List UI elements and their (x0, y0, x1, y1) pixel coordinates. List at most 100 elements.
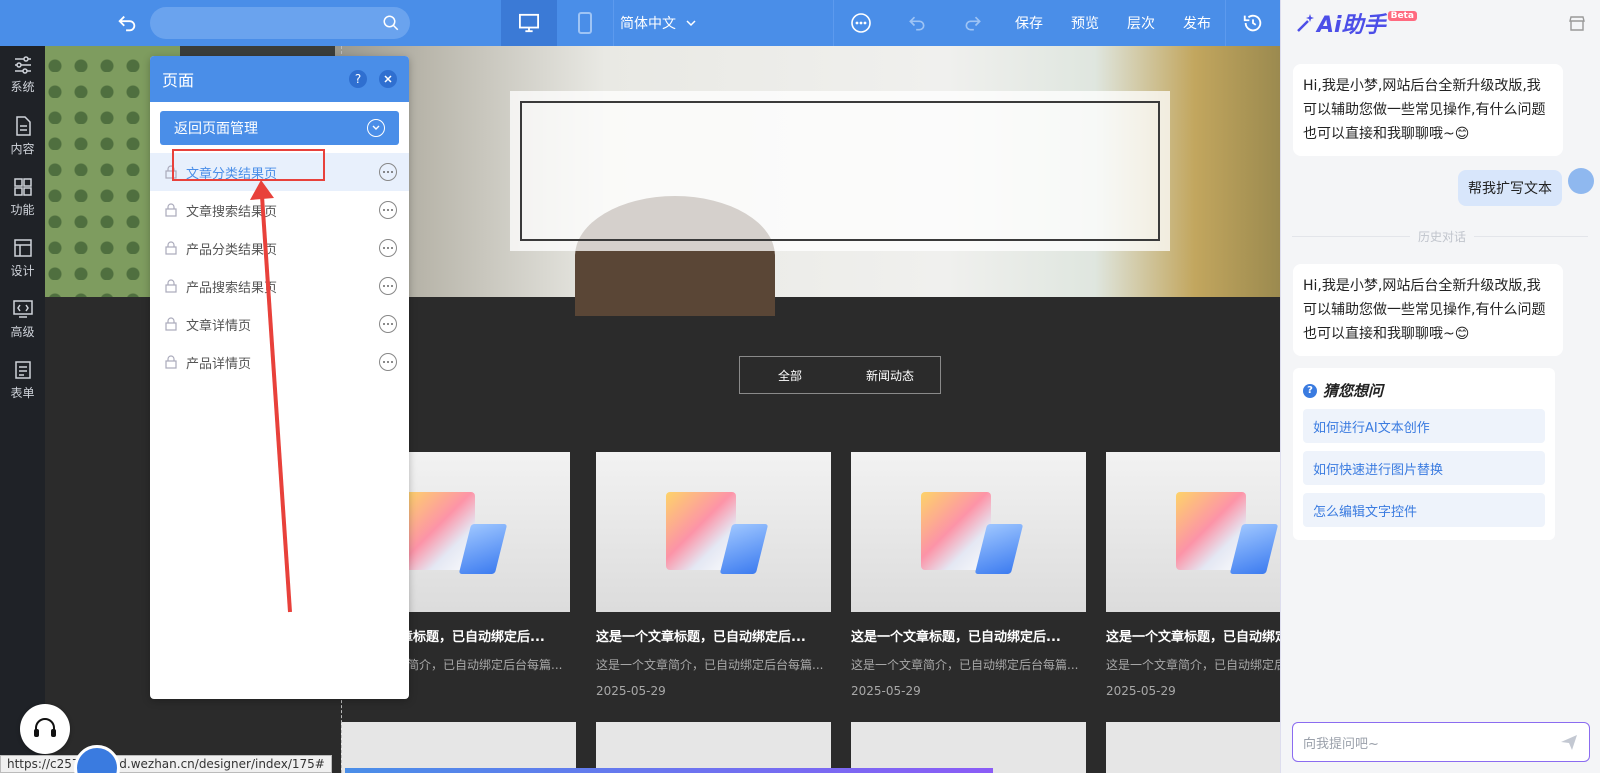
article-card-next[interactable] (851, 722, 1086, 773)
article-image (596, 452, 831, 612)
language-select[interactable]: 简体中文 (620, 0, 710, 46)
suggest-title: 猜您想问 (1323, 382, 1384, 400)
sparkle-icon (1297, 14, 1314, 32)
question-icon: ? (1303, 383, 1317, 398)
preview-button[interactable]: 预览 (1057, 0, 1113, 46)
sidebar-item-system[interactable]: 系统 (0, 46, 45, 104)
article-image (851, 452, 1086, 612)
more-options-icon[interactable] (379, 163, 397, 181)
send-icon[interactable] (1559, 732, 1579, 752)
mobile-view-button[interactable] (557, 0, 613, 46)
lock-icon (165, 203, 177, 217)
article-card-next[interactable] (341, 722, 576, 773)
language-label: 简体中文 (620, 16, 676, 32)
panel-header: 页面 ? (150, 56, 409, 102)
sidebar-item-content[interactable]: 内容 (0, 107, 45, 165)
article-card[interactable]: 这是一个文章标题，已自动绑定后... 这是一个文章简介，已自动绑定后台每篇...… (1106, 452, 1280, 698)
form-icon (14, 360, 31, 379)
banner-text-frame[interactable] (510, 91, 1170, 251)
article-card[interactable]: 这是一个文章标题，已自动绑定后... 这是一个文章简介，已自动绑定后台每篇...… (851, 452, 1086, 698)
more-options-icon[interactable] (379, 315, 397, 333)
article-image (1106, 452, 1280, 612)
store-icon[interactable] (1568, 14, 1586, 32)
article-title: 这是一个文章标题，已自动绑定后... (851, 630, 1061, 645)
redo-button[interactable] (945, 0, 1001, 46)
suggestion-item[interactable]: 怎么编辑文字控件 (1303, 493, 1545, 527)
page-label: 产品分类结果页 (186, 242, 278, 258)
divider (613, 0, 614, 46)
desktop-icon (519, 13, 539, 33)
layers-button[interactable]: 层次 (1113, 0, 1169, 46)
sidebar-label: 高级 (10, 324, 35, 339)
desktop-view-button[interactable] (501, 0, 557, 46)
tab-news[interactable]: 新闻动态 (840, 357, 940, 393)
undo-icon[interactable] (116, 12, 138, 34)
ai-question-input[interactable]: 向我提问吧~ (1292, 722, 1590, 762)
customer-support-button[interactable] (20, 704, 70, 754)
layout-icon (13, 238, 32, 257)
page-label: 文章搜索结果页 (186, 204, 278, 220)
category-tabs: 全部 新闻动态 (739, 356, 941, 394)
article-desc: 这是一个文章简介，已自动绑定后台每篇... (851, 658, 1079, 672)
history-button[interactable] (1225, 0, 1281, 46)
article-date: 2025-05-29 (596, 684, 666, 698)
assistant-message: Hi,我是小梦,网站后台全新升级改版,我可以辅助您做一些常见操作,有什么问题也可… (1293, 64, 1563, 156)
article-card-next[interactable] (596, 722, 831, 773)
document-icon (15, 115, 31, 136)
article-title: 这是一个文章标题，已自动绑定后... (1106, 630, 1280, 645)
page-item[interactable]: 产品详情页 (150, 343, 409, 381)
suggested-questions: ? 猜您想问 如何进行AI文本创作 如何快速进行图片替换 怎么编辑文字控件 (1293, 368, 1555, 540)
page-item[interactable]: 产品分类结果页 (150, 229, 409, 267)
mobile-icon (578, 12, 592, 34)
chevron-down-icon (686, 20, 696, 27)
ai-logo-text: Ai助手 (1317, 13, 1386, 38)
article-card-next[interactable] (1106, 722, 1280, 773)
status-url: https://c257...sy.scd.wezhan.cn/designer… (0, 755, 332, 773)
save-button[interactable]: 保存 (1001, 0, 1057, 46)
more-options-icon[interactable] (379, 353, 397, 371)
assistant-message: Hi,我是小梦,网站后台全新升级改版,我可以辅助您做一些常见操作,有什么问题也可… (1293, 264, 1563, 356)
tab-all[interactable]: 全部 (740, 357, 840, 393)
more-options-icon[interactable] (379, 201, 397, 219)
more-options-icon[interactable] (379, 239, 397, 257)
suggestion-item[interactable]: 如何快速进行图片替换 (1303, 451, 1545, 485)
history-icon (1243, 14, 1262, 32)
help-button[interactable]: ? (349, 70, 367, 88)
headset-icon (34, 718, 56, 737)
more-options-icon[interactable] (379, 277, 397, 295)
more-button[interactable] (833, 0, 889, 46)
beta-badge: Beta (1387, 11, 1417, 21)
pages-panel: 页面 ? 返回页面管理 文章分类结果页 文章搜索结果页 产品分类结果页 产品搜索… (150, 56, 409, 699)
page-item[interactable]: 产品搜索结果页 (150, 267, 409, 305)
ai-logo: Ai助手 Beta (1295, 7, 1417, 39)
code-icon (12, 299, 33, 318)
sidebar-label: 设计 (10, 263, 35, 278)
sidebar-label: 功能 (10, 202, 35, 217)
article-card[interactable]: 这是一个文章标题，已自动绑定后... 这是一个文章简介，已自动绑定后台每篇...… (596, 452, 831, 698)
ai-header: Ai助手 Beta (1281, 0, 1600, 46)
page-item[interactable]: 文章详情页 (150, 305, 409, 343)
sidebar-label: 系统 (10, 79, 35, 94)
back-to-page-management-button[interactable]: 返回页面管理 (160, 111, 399, 145)
article-date: 2025-05-29 (851, 684, 921, 698)
sidebar-item-design[interactable]: 设计 (0, 229, 45, 287)
sidebar-item-function[interactable]: 功能 (0, 168, 45, 226)
sidebar-item-advanced[interactable]: 高级 (0, 290, 45, 348)
close-button[interactable] (379, 70, 397, 88)
top-toolbar: 简体中文 保存 预览 层次 发布 (0, 0, 1280, 46)
page-label: 产品搜索结果页 (186, 280, 278, 296)
back-label: 返回页面管理 (174, 121, 258, 137)
lock-icon (165, 241, 177, 255)
undo-icon (909, 16, 925, 31)
search-input[interactable] (150, 7, 410, 39)
user-avatar (1568, 168, 1594, 194)
publish-button[interactable]: 发布 (1169, 0, 1225, 46)
page-label: 文章详情页 (186, 318, 252, 334)
search-icon[interactable] (382, 14, 400, 32)
page-item[interactable]: 文章搜索结果页 (150, 191, 409, 229)
suggestion-item[interactable]: 如何进行AI文本创作 (1303, 409, 1545, 443)
undo-button[interactable] (889, 0, 945, 46)
left-sidebar: 系统 内容 功能 设计 高级 表单 (0, 46, 45, 773)
sidebar-item-form[interactable]: 表单 (0, 351, 45, 409)
redo-icon (965, 16, 981, 31)
